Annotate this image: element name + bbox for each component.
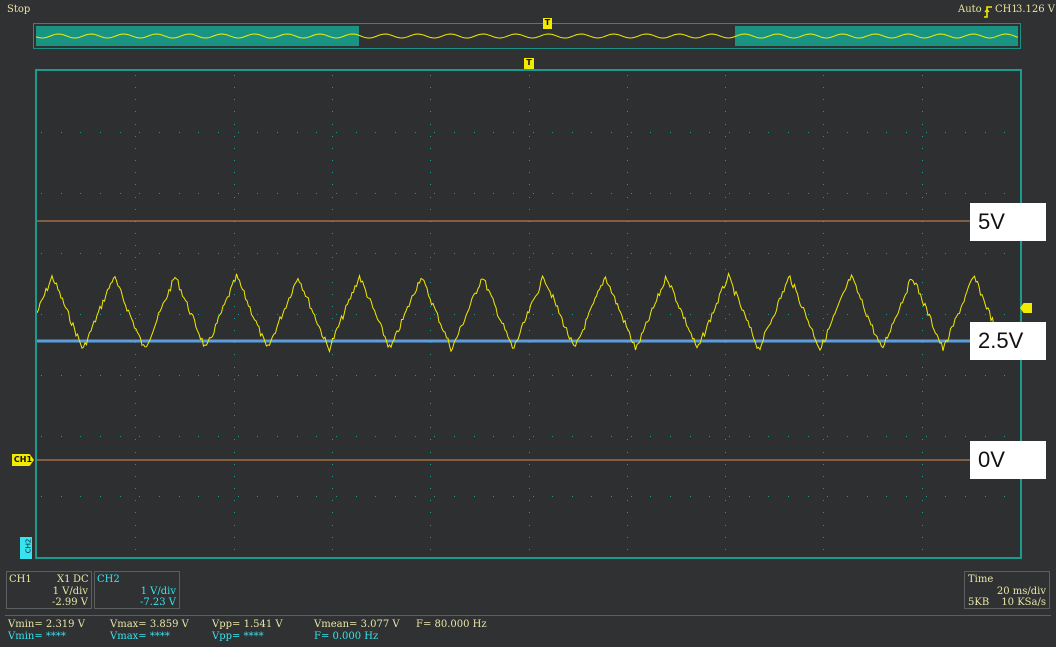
memory-depth: 5KB bbox=[968, 597, 990, 608]
ch2-vmax-measurement: Vmax= **** bbox=[110, 631, 170, 642]
ch2-vmin-measurement: Vmin= **** bbox=[8, 631, 66, 642]
measurement-bar[interactable]: Vmin= 2.319 V Vmax= 3.859 V Vpp= 1.541 V… bbox=[5, 615, 1051, 644]
waveform-grid bbox=[37, 75, 1020, 550]
ch2-offset: -7.23 V bbox=[139, 597, 176, 608]
ch1-vpp-measurement: Vpp= 1.541 V bbox=[212, 619, 283, 630]
ch1-panel-title: CH1 bbox=[9, 574, 32, 585]
ch1-vmax-measurement: Vmax= 3.859 V bbox=[110, 619, 189, 630]
ch1-offset: -2.99 V bbox=[51, 597, 88, 608]
reference-label-5v: 5V bbox=[970, 203, 1046, 241]
trigger-position-marker[interactable]: T bbox=[524, 58, 534, 69]
ch1-coupling: DC bbox=[73, 574, 89, 585]
ch1-probe: X1 bbox=[57, 574, 71, 585]
time-panel-title: Time bbox=[968, 574, 994, 585]
ch1-frequency-measurement: F= 80.000 Hz bbox=[416, 619, 487, 630]
waveform-display[interactable] bbox=[35, 69, 1022, 559]
reference-label-0v: 0V bbox=[970, 441, 1046, 479]
ch2-frequency-measurement: F= 0.000 Hz bbox=[314, 631, 379, 642]
ch1-scale: 1 V/div bbox=[52, 586, 88, 597]
ch2-panel-title: CH2 bbox=[97, 574, 120, 585]
ch2-vpp-measurement: Vpp= **** bbox=[212, 631, 264, 642]
overview-trigger-marker[interactable]: T bbox=[543, 18, 552, 29]
ch1-settings-panel[interactable]: CH1 X1 DC 1 V/div -2.99 V bbox=[6, 571, 92, 609]
reference-label-2v5: 2.5V bbox=[970, 322, 1046, 360]
time-settings-panel[interactable]: Time 20 ms/div 5KB 10 KSa/s bbox=[964, 571, 1050, 609]
time-scale: 20 ms/div bbox=[996, 586, 1046, 597]
trigger-edge-icon bbox=[983, 3, 993, 18]
ch2-ground-marker[interactable]: CH2 bbox=[20, 537, 32, 559]
trigger-channel-label: CH1 bbox=[995, 4, 1018, 15]
ch2-scale: 1 V/div bbox=[140, 586, 176, 597]
ch1-vmin-measurement: Vmin= 2.319 V bbox=[8, 619, 85, 630]
trigger-level-label[interactable]: 3.126 V bbox=[1016, 4, 1055, 15]
ch1-vmean-measurement: Vmean= 3.077 V bbox=[314, 619, 400, 630]
memory-overview[interactable] bbox=[33, 23, 1021, 49]
ch1-ground-marker[interactable]: CH1 bbox=[12, 454, 34, 466]
ch2-settings-panel[interactable]: CH2 1 V/div -7.23 V bbox=[94, 571, 180, 609]
run-state-label[interactable]: Stop bbox=[7, 4, 30, 15]
trigger-mode-label[interactable]: Auto bbox=[958, 4, 982, 15]
sample-rate: 10 KSa/s bbox=[1001, 597, 1046, 608]
overview-trace bbox=[35, 33, 1019, 39]
